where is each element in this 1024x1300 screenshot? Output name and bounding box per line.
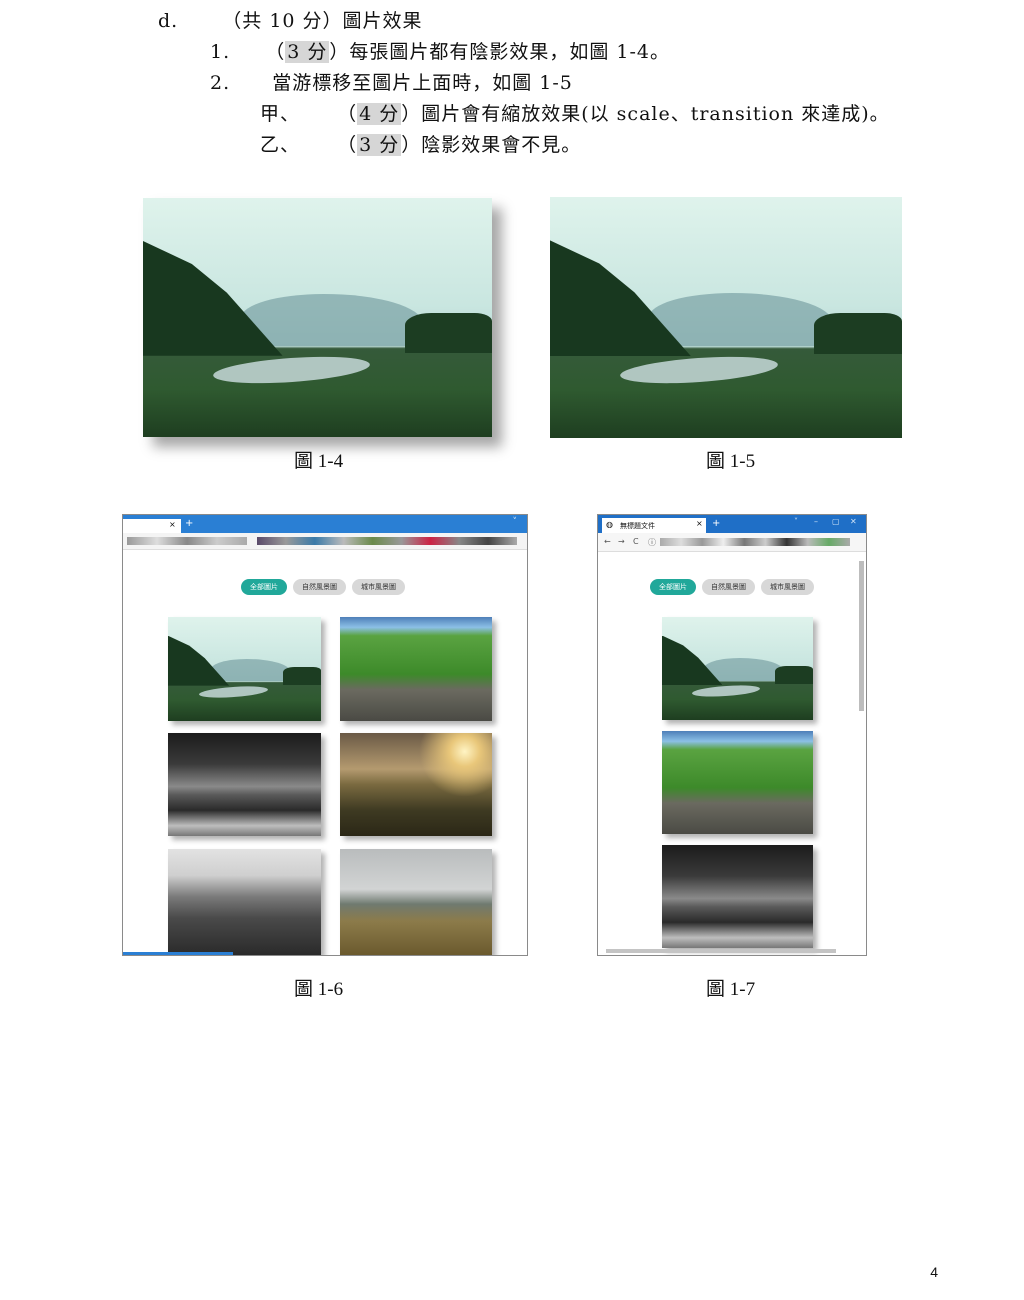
item-1-marker: 1. — [210, 41, 231, 63]
item-jia-text: ）圖片會有縮放效果(以 scale、transition 來達成)。 — [401, 103, 890, 125]
address-bar[interactable] — [123, 533, 527, 550]
gallery-image-sunset[interactable] — [340, 733, 492, 836]
new-tab-icon[interactable]: + — [185, 518, 193, 529]
caption-fig-1-6: 圖 1-6 — [294, 979, 344, 1000]
tab-list-chevron-icon[interactable]: ˅ — [513, 517, 518, 527]
caption-fig-1-5: 圖 1-5 — [706, 451, 756, 472]
filter-all-button[interactable]: 全部圖片 — [241, 579, 287, 595]
tab-title: 無標題文件 — [620, 522, 655, 530]
tab-close-icon[interactable]: × — [696, 519, 703, 528]
filter-city-button[interactable]: 城市風景圖 — [761, 579, 814, 595]
gallery-image-valley[interactable] — [340, 849, 492, 955]
caption-fig-1-7: 圖 1-7 — [706, 979, 756, 1000]
item-jia-paren: （ — [337, 103, 358, 125]
taskbar-strip — [123, 952, 233, 955]
gallery-image-lake[interactable] — [662, 617, 813, 720]
caption-fig-1-4: 圖 1-4 — [294, 451, 344, 472]
gallery-image-town[interactable] — [168, 849, 321, 955]
tab-list-chevron-icon[interactable]: ˅ — [794, 517, 798, 526]
globe-icon: ◍ — [606, 520, 613, 529]
page-number: 4 — [930, 1264, 938, 1280]
item-yi-marker: 乙、 — [260, 134, 301, 156]
toolbar: ← → C ⓘ — [598, 533, 866, 552]
figure-1-6-browser: × + ˅ 全部圖片 自然風景圖 城市風景圖 — [122, 514, 528, 956]
close-window-icon[interactable]: ✕ — [850, 517, 857, 526]
item-1-text: ）每張圖片都有陰影效果，如圖 1-4。 — [329, 41, 670, 63]
filter-city-button[interactable]: 城市風景圖 — [352, 579, 405, 595]
forward-icon[interactable]: → — [618, 537, 625, 546]
item-d-marker: d. — [158, 10, 179, 32]
filter-buttons: 全部圖片 自然風景圖 城市風景圖 — [650, 579, 814, 595]
browser-tab[interactable]: ◍ 無標題文件 × — [602, 518, 706, 533]
figure-1-4-photo — [143, 198, 492, 437]
tab-bar: × + ˅ — [123, 515, 527, 533]
tab-close-icon[interactable]: × — [169, 520, 176, 529]
figure-1-5-photo — [550, 197, 902, 438]
new-tab-icon[interactable]: + — [712, 518, 720, 529]
item-jia-marker: 甲、 — [260, 103, 301, 125]
item-1-score: 3 分 — [285, 41, 330, 63]
item-yi-paren: （ — [337, 134, 358, 156]
item-jia: 甲、 （4 分）圖片會有縮放效果(以 scale、transition 來達成)… — [260, 102, 890, 126]
item-jia-score: 4 分 — [357, 103, 402, 125]
item-d-text: （共 10 分）圖片效果 — [222, 10, 423, 32]
item-2-marker: 2. — [210, 72, 231, 94]
horizontal-scrollbar[interactable] — [606, 949, 836, 953]
filter-nature-button[interactable]: 自然風景圖 — [293, 579, 346, 595]
gallery-image-bridge[interactable] — [168, 733, 321, 836]
item-yi: 乙、 （3 分）陰影效果會不見。 — [260, 133, 581, 157]
reload-icon[interactable]: C — [633, 537, 639, 546]
gallery-image-lake[interactable] — [168, 617, 321, 721]
item-2: 2. 當游標移至圖片上面時，如圖 1-5 — [210, 71, 573, 95]
browser-tab[interactable]: × — [123, 519, 181, 533]
item-2-text: 當游標移至圖片上面時，如圖 1-5 — [272, 72, 573, 94]
info-icon: ⓘ — [648, 538, 656, 547]
filter-all-button[interactable]: 全部圖片 — [650, 579, 696, 595]
minimize-icon[interactable]: – — [814, 517, 818, 526]
filter-buttons: 全部圖片 自然風景圖 城市風景圖 — [241, 579, 405, 595]
gallery-image-forest[interactable] — [340, 617, 492, 721]
back-icon[interactable]: ← — [604, 537, 611, 546]
gallery-image-forest[interactable] — [662, 731, 813, 834]
item-yi-score: 3 分 — [357, 134, 402, 156]
tab-bar: ◍ 無標題文件 × + ˅ – ▢ ✕ — [598, 515, 866, 533]
address-bar[interactable] — [660, 538, 850, 546]
item-d: d. （共 10 分）圖片效果 — [158, 9, 423, 33]
gallery-image-bridge[interactable] — [662, 845, 813, 948]
item-1: 1. （3 分）每張圖片都有陰影效果，如圖 1-4。 — [210, 40, 670, 64]
filter-nature-button[interactable]: 自然風景圖 — [702, 579, 755, 595]
figure-1-7-browser: ◍ 無標題文件 × + ˅ – ▢ ✕ ← → C ⓘ 全部圖片 自然風景圖 城… — [597, 514, 867, 956]
maximize-icon[interactable]: ▢ — [832, 517, 840, 526]
item-1-paren: （ — [265, 41, 286, 63]
item-yi-text: ）陰影效果會不見。 — [401, 134, 582, 156]
vertical-scrollbar[interactable] — [859, 561, 864, 711]
